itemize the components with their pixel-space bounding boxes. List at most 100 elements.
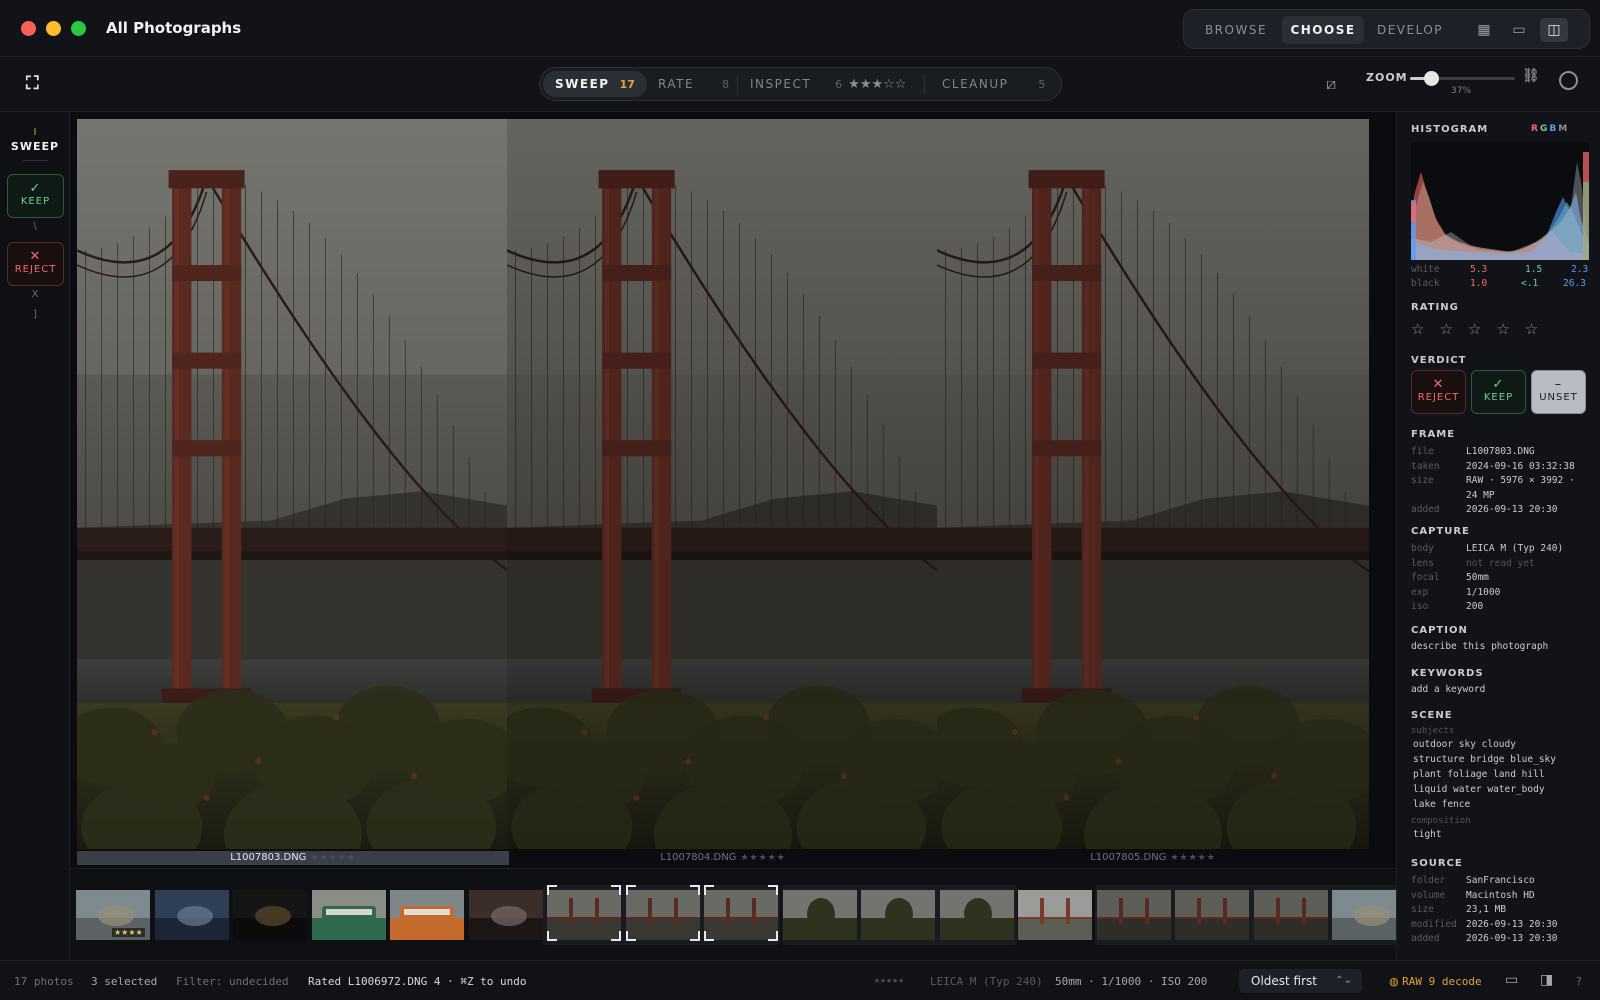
zoom-value: 37% (1451, 86, 1472, 96)
fullscreen-icon[interactable]: ⛶ (26, 73, 39, 94)
channel-m[interactable]: M (1558, 124, 1569, 134)
frame-section-title: FRAME (1411, 429, 1456, 440)
caption-field[interactable]: describe this photograph (1411, 641, 1548, 652)
filmstrip-thumb[interactable] (311, 890, 386, 940)
filmstrip-thumb[interactable] (154, 890, 229, 940)
composition-value: tight (1413, 829, 1442, 840)
white-r: 5.3 (1470, 264, 1488, 275)
link-icon[interactable]: ⛓ (1522, 68, 1540, 84)
thumb-image (547, 890, 621, 940)
grid-view-icon[interactable]: ▦ (1470, 18, 1498, 42)
info-value: 2026-09-13 20:30 (1466, 918, 1558, 930)
info-value: SanFrancisco (1466, 875, 1535, 886)
filmstrip-thumb[interactable] (1018, 890, 1092, 940)
channel-toggles: RGBM (1531, 124, 1569, 134)
minimize-window-button[interactable] (46, 21, 61, 36)
zoom-window-button[interactable] (71, 21, 86, 36)
frame-caption: L1007805.DNG ★★★★★ (937, 851, 1369, 865)
info-key: exp (1411, 586, 1429, 598)
subject-line: liquid water water_body (1413, 784, 1545, 795)
decode-label: RAW 9 decode (1402, 975, 1482, 988)
rating-stars[interactable]: ☆☆☆☆☆ (1411, 320, 1553, 338)
zoom-slider-knob[interactable] (1424, 71, 1439, 86)
verdict-keep-button[interactable]: ✓ KEEP (1471, 370, 1526, 414)
filmstrip-thumb[interactable] (782, 890, 857, 940)
reject-button[interactable]: ✕ REJECT (7, 242, 64, 286)
frame-stars[interactable]: ★★★★★ (1170, 853, 1215, 863)
photo-frame[interactable] (937, 119, 1369, 849)
info-value: 24 MP (1466, 489, 1495, 501)
filter-status[interactable]: Filter: undecided (176, 975, 289, 988)
white-b: 2.3 (1571, 264, 1589, 275)
filmstrip-thumb[interactable] (861, 890, 935, 940)
stage-sweep[interactable]: SWEEP 17 (543, 71, 647, 97)
stage-divider (924, 75, 925, 95)
stage-rate[interactable]: RATE 8 (646, 71, 741, 97)
stage-cleanup[interactable]: CLEANUP 5 (930, 71, 1057, 97)
composition-label: composition (1411, 816, 1471, 826)
verdict-unset-button[interactable]: – UNSET (1531, 370, 1586, 414)
subjects-label: subjects (1411, 726, 1455, 736)
mode-develop[interactable]: DEVELOP (1366, 16, 1454, 44)
verdict-reject-button[interactable]: ✕ REJECT (1411, 370, 1466, 414)
rating-title: RATING (1411, 302, 1459, 313)
frame-stars[interactable]: ★★★★★ (310, 853, 355, 863)
filmstrip-thumb[interactable]: ★★★★ (76, 890, 150, 940)
filmstrip-thumb[interactable] (1253, 890, 1328, 940)
photo-count: 17 photos (14, 975, 74, 988)
stage-shortcut: I (33, 127, 37, 138)
keyword-field[interactable]: add a keyword (1411, 684, 1485, 695)
close-window-button[interactable] (21, 21, 36, 36)
filmstrip-toggle-icon[interactable]: ▭ (1505, 972, 1518, 988)
zoom-slider[interactable] (1410, 71, 1515, 86)
photo-bridge (77, 119, 509, 849)
toolbar: ⛶ SWEEP 17 RATE 8 INSPECT 6 ★★★☆☆ CLEANUP 5 ⧄… (0, 57, 1600, 112)
filmstrip-thumb[interactable] (468, 890, 543, 940)
sidebar-toggle-icon[interactable]: ◨ (1540, 972, 1553, 988)
subject-line: structure bridge blue_sky (1413, 754, 1556, 765)
filmstrip-thumb[interactable] (547, 890, 621, 940)
scene-section-title: SCENE (1411, 710, 1453, 721)
help-button[interactable]: ? (1576, 975, 1582, 988)
info-value: 2026-09-13 20:30 (1466, 933, 1558, 944)
mode-choose[interactable]: CHOOSE (1282, 16, 1364, 44)
thumb-image (861, 890, 935, 940)
frame-stars[interactable]: ★★★★★ (740, 853, 785, 863)
channel-r[interactable]: R (1531, 124, 1540, 134)
single-view-icon[interactable]: ▭ (1505, 18, 1533, 42)
thumb-image (468, 890, 543, 940)
keep-button[interactable]: ✓ KEEP (7, 174, 64, 218)
filmstrip-thumb[interactable] (1332, 890, 1396, 940)
sort-select[interactable]: Oldest first ⌃⌄ (1239, 969, 1362, 993)
thumb-image (704, 890, 778, 940)
info-key: added (1411, 933, 1440, 944)
filmstrip-thumb[interactable] (939, 890, 1014, 940)
stage-inspect[interactable]: INSPECT 6 ★★★☆☆ (738, 71, 918, 97)
mode-browse[interactable]: BROWSE (1192, 16, 1280, 44)
mode-switcher: BROWSE CHOOSE DEVELOP ▦ ▭ ◫ (1183, 9, 1590, 49)
thumb-image (1253, 890, 1328, 940)
info-value: L1007803.DNG (1466, 446, 1535, 457)
undo-message[interactable]: Rated L1006972.DNG 4 · ⌘Z to undo (308, 975, 527, 988)
filmstrip-thumb[interactable] (390, 890, 464, 940)
channel-b[interactable]: B (1549, 124, 1558, 134)
photo-bridge (937, 119, 1369, 849)
split-view-icon[interactable]: ◫ (1540, 18, 1568, 42)
frame-filename: L1007804.DNG (660, 852, 737, 863)
minus-icon: – (1554, 377, 1563, 392)
filmstrip-thumb[interactable] (233, 890, 307, 940)
info-value: Macintosh HD (1466, 889, 1535, 901)
filmstrip-thumb[interactable] (625, 890, 700, 940)
info-key: iso (1411, 601, 1429, 612)
channel-g[interactable]: G (1540, 124, 1549, 134)
filmstrip-thumb[interactable] (704, 890, 778, 940)
photo-frame[interactable] (507, 119, 939, 849)
filmstrip-thumb[interactable] (1175, 890, 1249, 940)
info-key: size (1411, 904, 1434, 915)
keywords-section-title: KEYWORDS (1411, 668, 1484, 679)
circle-icon[interactable] (1559, 71, 1578, 90)
black-label: black (1411, 278, 1440, 289)
compare-icon[interactable]: ⧄ (1326, 74, 1336, 94)
photo-frame[interactable] (77, 119, 509, 849)
filmstrip-thumb[interactable] (1096, 890, 1171, 940)
